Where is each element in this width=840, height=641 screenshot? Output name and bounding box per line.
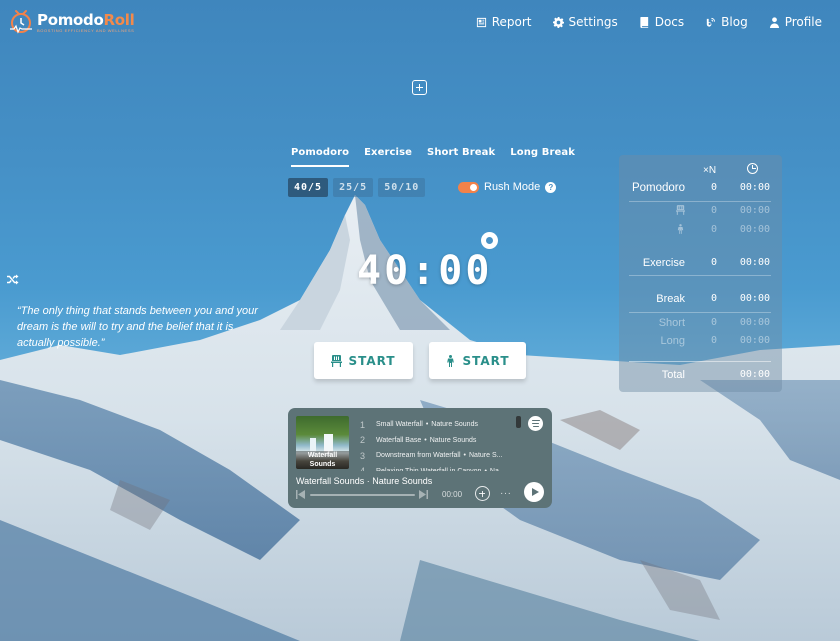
shuffle-quote-icon[interactable] xyxy=(7,274,19,285)
track-item[interactable]: 3 Downstream from Waterfall • Nature S... xyxy=(360,448,510,464)
nav-report[interactable]: Report xyxy=(476,15,532,29)
chair-icon xyxy=(676,205,685,215)
duration-presets: 40/5 25/5 50/10 xyxy=(288,178,426,197)
timer-display: 40:00 xyxy=(357,248,493,294)
track-item[interactable]: 2 Waterfall Base • Nature Sounds xyxy=(360,433,510,449)
track-item[interactable]: 1 Small Waterfall • Nature Sounds xyxy=(360,417,510,433)
tab-long-break[interactable]: Long Break xyxy=(510,147,575,167)
track-list[interactable]: 1 Small Waterfall • Nature Sounds 2 Waterf… xyxy=(360,417,510,471)
rush-mode-toggle[interactable] xyxy=(458,181,479,193)
standing-person-icon xyxy=(447,354,455,367)
app-tagline: BOOSTING EFFICIENCY AND WELLNESS xyxy=(37,27,135,33)
app-logo[interactable]: PomodoRoll BOOSTING EFFICIENCY AND WELLN… xyxy=(9,9,135,35)
preset-25-5[interactable]: 25/5 xyxy=(333,178,374,197)
add-to-library-icon[interactable] xyxy=(475,486,490,501)
album-cover: Waterfall Sounds xyxy=(296,416,349,469)
stats-row-total: Total 00:00 xyxy=(661,369,770,381)
clock-icon xyxy=(747,163,758,174)
add-widget-button[interactable] xyxy=(412,80,427,95)
tab-pomodoro[interactable]: Pomodoro xyxy=(291,147,350,167)
timer-mode-tabs: Pomodoro Exercise Short Break Long Break xyxy=(291,147,575,167)
start-sitting-button[interactable]: START xyxy=(314,342,413,379)
rush-mode-label: Rush Mode xyxy=(484,181,541,193)
divider xyxy=(629,312,771,313)
album-cover-title: Waterfall Sounds xyxy=(296,451,349,469)
gear-icon xyxy=(552,16,564,28)
help-icon[interactable]: ? xyxy=(545,181,557,193)
stats-row-break: Break 0 00:00 xyxy=(656,293,770,305)
track-item[interactable]: 4 Relaxing Thin Waterfall in Canyon•Na..… xyxy=(360,464,510,471)
stats-row-pomodoro: Pomodoro 0 00:00 xyxy=(631,182,770,194)
preset-40-5[interactable]: 40/5 xyxy=(288,178,329,197)
now-playing-title: Waterfall Sounds · Nature Sounds xyxy=(296,476,433,486)
report-icon xyxy=(476,17,486,27)
top-header: PomodoRoll BOOSTING EFFICIENCY AND WELLN… xyxy=(0,0,840,45)
user-icon xyxy=(769,16,779,28)
count-column-header: ×N xyxy=(703,165,717,176)
motivational-quote: “The only thing that stands between you … xyxy=(17,305,258,349)
nav-profile[interactable]: Profile xyxy=(769,15,822,29)
playback-progress-bar[interactable] xyxy=(310,494,415,496)
spotify-icon[interactable] xyxy=(528,416,543,431)
track-list-scrollbar[interactable] xyxy=(516,416,521,428)
divider xyxy=(629,201,771,202)
blog-icon xyxy=(706,17,716,27)
tab-exercise[interactable]: Exercise xyxy=(364,147,412,167)
stats-row-short: Short 0 00:00 xyxy=(658,317,770,329)
nav-settings[interactable]: Settings xyxy=(552,15,618,29)
previous-track-icon[interactable] xyxy=(296,490,305,499)
tomato-clock-icon xyxy=(10,10,32,34)
ring-sound-button[interactable] xyxy=(481,232,498,249)
divider xyxy=(629,275,771,276)
nav-docs[interactable]: Docs xyxy=(639,15,684,29)
stats-row-sitting: 0 00:00 xyxy=(619,205,782,219)
tab-short-break[interactable]: Short Break xyxy=(427,147,495,167)
elapsed-time: 00:00 xyxy=(442,490,463,499)
top-nav: Report Settings Docs Blog Profile xyxy=(476,15,822,29)
rush-mode: Rush Mode ? xyxy=(458,181,557,193)
chair-icon xyxy=(331,354,343,367)
more-options-icon[interactable]: ··· xyxy=(500,488,512,499)
stats-panel: ×N Pomodoro 0 00:00 0 00:00 0 00:00 Exer… xyxy=(619,155,782,392)
app-name: PomodoRoll xyxy=(37,10,135,29)
stats-row-long: Long 0 00:00 xyxy=(660,335,770,347)
nav-blog[interactable]: Blog xyxy=(705,15,748,29)
start-standing-button[interactable]: START xyxy=(429,342,526,379)
stats-row-standing: 0 00:00 xyxy=(619,224,782,238)
play-button[interactable] xyxy=(524,482,544,502)
preset-50-10[interactable]: 50/10 xyxy=(378,178,426,197)
divider xyxy=(629,361,771,362)
book-icon xyxy=(640,16,648,28)
next-track-icon[interactable] xyxy=(419,490,428,499)
standing-person-icon xyxy=(677,224,684,234)
spotify-player: Waterfall Sounds 1 Small Waterfall • Natur… xyxy=(288,408,552,508)
stats-row-exercise: Exercise 0 00:00 xyxy=(642,257,770,269)
